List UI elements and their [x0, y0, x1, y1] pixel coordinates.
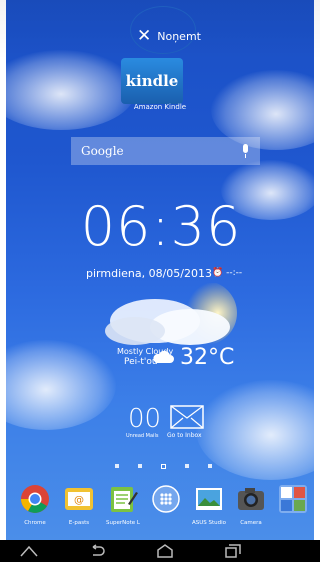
dock-app-label: Camera — [240, 520, 262, 526]
navigation-bar — [0, 540, 320, 562]
dock-app-chrome[interactable]: Chrome — [16, 484, 54, 526]
chrome-icon — [21, 485, 49, 513]
google-search-bar[interactable]: Google — [71, 137, 260, 165]
kindle-icon-text: kindle — [125, 72, 179, 90]
home-icon[interactable] — [18, 542, 40, 560]
wallpaper-cloud — [0, 50, 136, 130]
microphone-icon[interactable] — [241, 144, 250, 158]
google-label: Google — [81, 144, 124, 158]
dock-app-label: E-pasts — [68, 520, 90, 526]
clock-time[interactable]: 06:36 — [76, 200, 246, 254]
all-apps-button[interactable] — [147, 484, 185, 520]
dock-app-camera[interactable]: Camera — [232, 484, 270, 526]
kindle-app-label: Amazon Kindle — [133, 103, 187, 111]
dock-app-label: ASUS Studio — [191, 520, 227, 526]
unread-mail-count[interactable]: 00 — [128, 404, 161, 434]
close-icon: ✕ — [137, 25, 152, 46]
page-indicator — [115, 464, 212, 469]
email-icon: @ — [65, 488, 93, 510]
svg-text:@: @ — [74, 495, 84, 506]
unread-mails-label: Unread Mails — [126, 433, 159, 439]
dock-app-folder[interactable] — [274, 484, 312, 520]
weather-temperature: 32°C — [180, 345, 235, 370]
recents-icon[interactable] — [222, 542, 244, 560]
wallpaper-cloud — [0, 340, 116, 430]
envelope-icon[interactable] — [170, 405, 204, 429]
alarm-time: --:-- — [226, 268, 243, 278]
dock-app-supernote[interactable]: SuperNote L — [104, 484, 142, 526]
app-dock: Chrome @ E-pasts SuperNote L ASUS Studio… — [6, 482, 314, 540]
app-drawer-icon — [152, 485, 180, 513]
page-dot-active[interactable] — [161, 464, 166, 469]
notebook-icon — [111, 487, 138, 512]
weather-illustration — [105, 283, 237, 345]
gallery-icon — [196, 488, 222, 510]
home-icon[interactable] — [154, 542, 176, 560]
app-folder-icon — [279, 485, 307, 513]
remove-drop-target[interactable]: ✕ Noņemt — [137, 24, 201, 48]
page-dot[interactable] — [208, 464, 212, 468]
go-to-inbox-label[interactable]: Go to Inbox — [167, 432, 202, 439]
camera-icon — [238, 488, 264, 510]
dock-app-label: Chrome — [24, 520, 46, 526]
dock-app-asus-studio[interactable]: ASUS Studio — [190, 484, 228, 526]
dock-app-label: SuperNote L — [106, 520, 140, 526]
remove-label: Noņemt — [157, 29, 201, 43]
clock-date: pirmdiena, 08/05/2013 — [86, 267, 212, 280]
page-dot[interactable] — [138, 464, 142, 468]
wallpaper-cloud — [196, 380, 320, 480]
back-icon[interactable] — [86, 542, 108, 560]
cloud-icon — [153, 350, 174, 363]
dock-app-email[interactable]: @ E-pasts — [60, 484, 98, 526]
alarm-indicator: ⏰ --:-- — [212, 268, 243, 278]
page-dot[interactable] — [185, 464, 189, 468]
home-screen: ✕ Noņemt kindle Amazon Kindle Google 06:… — [0, 0, 320, 562]
kindle-app-icon[interactable]: kindle — [121, 58, 183, 104]
page-dot[interactable] — [115, 464, 119, 468]
